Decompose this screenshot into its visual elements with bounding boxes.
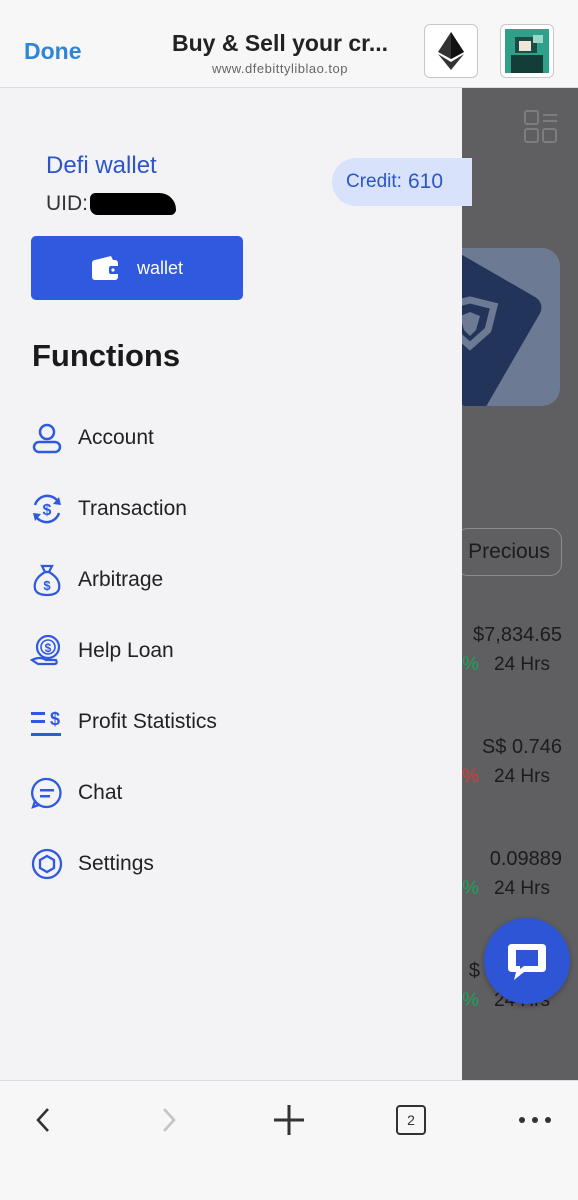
period-label: 24 Hrs: [494, 766, 550, 787]
menu-label: Help Loan: [78, 639, 174, 662]
done-button[interactable]: Done: [24, 38, 82, 65]
wallet-button-label: wallet: [136, 257, 184, 278]
menu-item-settings[interactable]: Settings: [30, 834, 410, 894]
chat-icon: [30, 776, 64, 810]
uid-row: UID:: [46, 192, 176, 216]
uid-redaction: [90, 193, 176, 215]
change-percent: %: [462, 654, 479, 675]
menu-item-transaction[interactable]: $ Transaction: [30, 479, 410, 539]
chat-bubble-icon: [508, 944, 546, 980]
change-percent: %: [462, 878, 479, 899]
forward-arrow-icon: [163, 1108, 176, 1132]
credit-label: Credit:: [346, 171, 402, 192]
change-percent: %: [462, 766, 479, 787]
svg-text:$: $: [50, 709, 60, 729]
ethereum-network-button[interactable]: [424, 24, 478, 78]
credit-value: 610: [407, 170, 444, 193]
svg-text:$: $: [45, 641, 52, 655]
wallet-name: Defi wallet: [46, 152, 157, 179]
period-label: 24 Hrs: [494, 878, 550, 899]
price-value: S$ 0.746: [481, 736, 562, 758]
coin-hand-icon: $: [30, 634, 64, 668]
page-title: Buy & Sell your cr...: [171, 30, 389, 56]
side-drawer: Defi wallet UID: Credit: 610 wallet Func…: [0, 88, 472, 1080]
svg-text:$: $: [43, 578, 51, 593]
functions-heading: Functions: [32, 338, 181, 373]
menu-item-help-loan[interactable]: $ Help Loan: [30, 621, 410, 681]
menu-label: Settings: [78, 852, 154, 875]
svg-text:$: $: [43, 502, 52, 519]
back-arrow-icon: [36, 1108, 49, 1132]
user-icon: [30, 421, 64, 455]
dollar-exchange-icon: $: [30, 492, 64, 526]
menu-item-profit-statistics[interactable]: $ Profit Statistics: [30, 692, 410, 752]
menu-label: Account: [78, 426, 154, 449]
lion-logo-icon: [462, 296, 498, 351]
browser-header: Done Buy & Sell your cr... www.dfebittyl…: [0, 0, 578, 88]
screen: Done Buy & Sell your cr... www.dfebittyl…: [0, 0, 578, 1200]
back-button[interactable]: [18, 1095, 68, 1145]
page-url: www.dfebittyliblao.top: [211, 61, 348, 76]
ethereum-icon: [438, 32, 464, 70]
price-value: $: [468, 960, 480, 982]
new-tab-button[interactable]: [264, 1095, 314, 1145]
more-icon: [519, 1117, 551, 1123]
period-label: 24 Hrs: [494, 654, 550, 675]
wallet-button[interactable]: wallet: [31, 236, 243, 300]
forward-button[interactable]: [144, 1095, 194, 1145]
tabs-button[interactable]: 2: [386, 1095, 436, 1145]
menu-item-account[interactable]: Account: [30, 408, 410, 468]
live-chat-button[interactable]: [484, 918, 570, 1004]
menu-label: Chat: [78, 781, 123, 804]
grid-menu-icon: [524, 110, 557, 143]
menu-label: Profit Statistics: [78, 710, 217, 733]
tab-precious[interactable]: Precious: [462, 528, 562, 576]
crypto-logo-card: [462, 248, 560, 406]
uid-label: UID:: [46, 192, 88, 215]
page-title-area: Buy & Sell your cr... www.dfebittyliblao…: [150, 30, 410, 76]
more-button[interactable]: [510, 1095, 560, 1145]
tabs-icon: 2: [396, 1105, 426, 1135]
money-bag-icon: $: [30, 563, 64, 597]
price-value: $7,834.65: [473, 624, 562, 646]
statistics-icon: $: [30, 705, 64, 739]
price-value: 0.09889: [489, 848, 562, 870]
menu-label: Arbitrage: [78, 568, 164, 591]
menu-item-chat[interactable]: Chat: [30, 763, 410, 823]
menu-label: Transaction: [78, 497, 187, 520]
avatar-image: [505, 29, 549, 73]
settings-hexagon-icon: [30, 847, 64, 881]
change-percent: %: [462, 990, 479, 1011]
account-avatar[interactable]: [500, 24, 554, 78]
wallet-icon: [91, 256, 120, 280]
credit-badge: Credit: 610: [332, 158, 472, 206]
plus-icon: [274, 1105, 304, 1135]
menu-item-arbitrage[interactable]: $ Arbitrage: [30, 550, 410, 610]
browser-toolbar: 2: [0, 1080, 578, 1200]
